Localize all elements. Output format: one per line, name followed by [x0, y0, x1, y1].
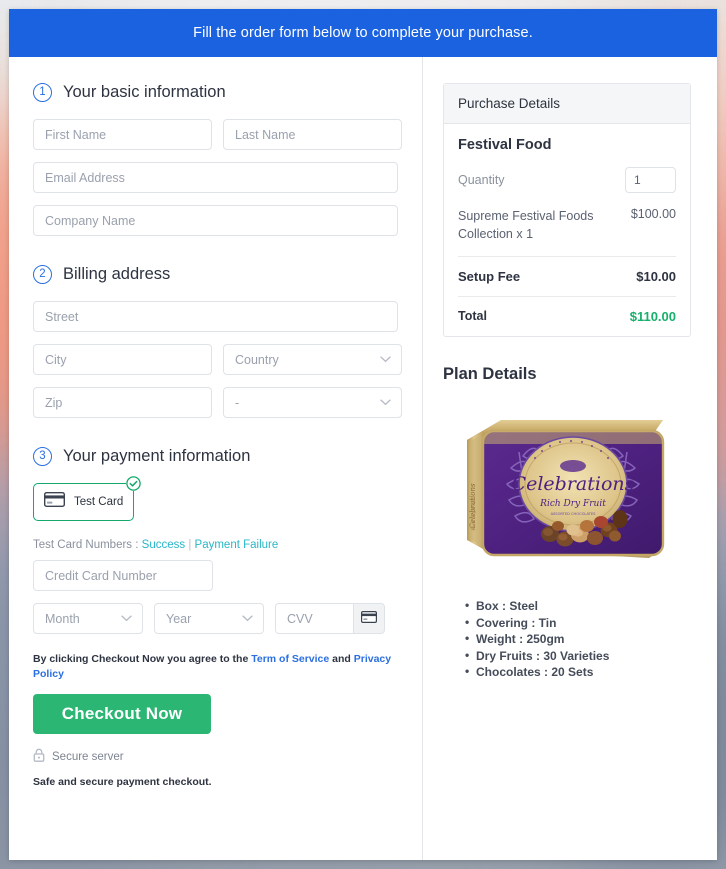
setup-fee-label: Setup Fee	[458, 269, 521, 285]
test-card-numbers: Test Card Numbers : Success | Payment Fa…	[33, 539, 398, 551]
street-row	[33, 301, 398, 332]
payment-method-label: Test Card	[74, 496, 124, 508]
secure-server-label: Secure server	[52, 750, 124, 763]
email-row	[33, 162, 398, 193]
svg-text:ASSORTED CHOCOLATES: ASSORTED CHOCOLATES	[551, 512, 597, 516]
quantity-row: Quantity	[458, 167, 676, 193]
terms-and: and	[332, 653, 351, 665]
country-select[interactable]: Country	[223, 344, 402, 375]
safe-checkout-note: Safe and secure payment checkout.	[33, 776, 212, 789]
success-card-link[interactable]: Success	[142, 539, 185, 551]
state-select-value: -	[223, 387, 402, 418]
payment-method-tile-wrap: Test Card	[33, 476, 141, 521]
order-form-column: 1 Your basic information 2 Billing addre…	[9, 57, 423, 860]
line-item-row: Supreme Festival Foods Collection x 1 $1…	[458, 207, 676, 256]
payment-failure-card-link[interactable]: Payment Failure	[195, 539, 279, 551]
purchase-details-column: Purchase Details Festival Food Quantity …	[423, 57, 717, 860]
cvv-input[interactable]	[275, 603, 353, 634]
quantity-label: Quantity	[458, 173, 505, 187]
cvv-group	[275, 603, 385, 634]
company-name-input[interactable]	[33, 205, 398, 236]
list-item: Weight : 250gm	[465, 630, 691, 648]
street-input[interactable]	[33, 301, 398, 332]
list-item: Box : Steel	[465, 597, 691, 615]
plan-specs-list: Box : Steel Covering : Tin Weight : 250g…	[465, 597, 691, 681]
step-3-heading: 3 Your payment information	[33, 447, 398, 466]
credit-card-number-input[interactable]	[33, 560, 213, 591]
city-input[interactable]	[33, 344, 212, 375]
total-amount: $110.00	[629, 309, 676, 325]
plan-details-title: Plan Details	[443, 365, 537, 384]
expiry-year-select[interactable]: Year	[154, 603, 264, 634]
term-of-service-link[interactable]: Term of Service	[251, 653, 329, 665]
product-name: Festival Food	[458, 137, 552, 153]
link-separator: |	[188, 539, 192, 551]
quantity-input[interactable]	[625, 167, 676, 193]
check-circle-icon	[126, 476, 141, 491]
total-row: Total $110.00	[458, 296, 676, 324]
step-3-title: Your payment information	[63, 447, 251, 465]
step-2-number: 2	[33, 265, 52, 284]
step-1-heading: 1 Your basic information	[33, 83, 398, 102]
expiry-month-select[interactable]: Month	[33, 603, 143, 634]
content-columns: 1 Your basic information 2 Billing addre…	[9, 57, 717, 860]
terms-prefix: By clicking Checkout Now you agree to th…	[33, 653, 249, 665]
credit-card-icon	[43, 491, 66, 512]
purchase-details-card: Purchase Details Festival Food Quantity …	[443, 83, 691, 338]
last-name-input[interactable]	[223, 119, 402, 150]
country-select-value: Country	[223, 344, 402, 375]
step-2-heading: 2 Billing address	[33, 265, 398, 284]
step-1-title: Your basic information	[63, 83, 226, 101]
list-item: Dry Fruits : 30 Varieties	[465, 647, 691, 665]
line-item-name: Supreme Festival Foods Collection x 1	[458, 209, 594, 242]
checkout-page: Fill the order form below to complete yo…	[9, 9, 717, 860]
secure-server-note: Secure server	[33, 748, 398, 765]
page-banner: Fill the order form below to complete yo…	[9, 9, 717, 57]
setup-fee-row: Setup Fee $10.00	[458, 256, 676, 296]
svg-text:Celebrations: Celebrations	[512, 473, 635, 495]
first-name-input[interactable]	[33, 119, 212, 150]
list-item: Covering : Tin	[465, 614, 691, 632]
cvv-help-button[interactable]	[353, 603, 385, 634]
step-1-number: 1	[33, 83, 52, 102]
list-item: Chocolates : 20 Sets	[465, 663, 691, 681]
credit-card-icon	[361, 610, 378, 628]
payment-method-test-card[interactable]: Test Card	[33, 483, 134, 521]
total-label: Total	[458, 309, 487, 324]
step-3-number: 3	[33, 447, 52, 466]
purchase-details-header: Purchase Details	[444, 84, 690, 124]
line-item-amount: $100.00	[630, 207, 676, 221]
expiry-month-value: Month	[33, 603, 143, 634]
name-row	[33, 119, 402, 150]
checkout-now-button[interactable]: Checkout Now	[33, 694, 211, 735]
step-2-title: Billing address	[63, 265, 171, 283]
zip-input[interactable]	[33, 387, 212, 418]
company-row	[33, 205, 398, 236]
terms-text: By clicking Checkout Now you agree to th…	[33, 652, 398, 681]
email-input[interactable]	[33, 162, 398, 193]
purchase-details-body: Festival Food Quantity Supreme Festival …	[444, 124, 690, 336]
lock-icon	[33, 748, 45, 765]
svg-text:Rich Dry Fruit: Rich Dry Fruit	[471, 498, 477, 532]
celebrations-tin-image: Celebrations Rich Dry Fruit ASSORTED CHO…	[449, 406, 691, 576]
expiry-cvv-row: Month Year	[33, 603, 398, 634]
state-select[interactable]: -	[223, 387, 402, 418]
city-country-row: Country	[33, 344, 402, 375]
setup-fee-amount: $10.00	[636, 269, 676, 285]
zip-state-row: -	[33, 387, 402, 418]
card-number-row	[33, 560, 398, 591]
svg-text:Rich Dry Fruit: Rich Dry Fruit	[539, 499, 606, 509]
test-card-numbers-label: Test Card Numbers :	[33, 539, 139, 551]
expiry-year-value: Year	[154, 603, 264, 634]
